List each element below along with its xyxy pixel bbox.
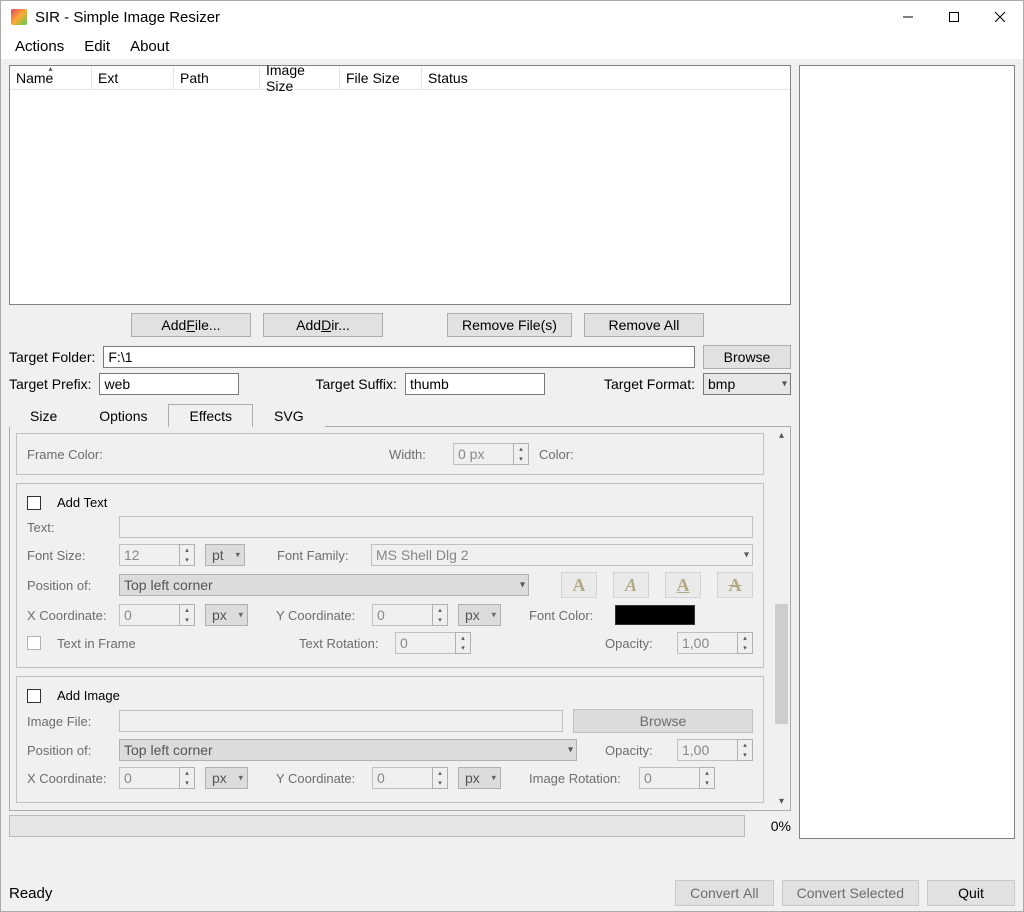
font-size-spinner[interactable]: ▴▾ (119, 544, 195, 566)
tab-content-effects: Frame Color: Width: ▴▾ Color: Add Text T… (9, 427, 791, 811)
frame-width-label: Width: (389, 447, 443, 462)
add-image-checkbox[interactable] (27, 689, 41, 703)
convert-all-button[interactable]: Convert All (675, 880, 774, 906)
menubar: Actions Edit About (1, 33, 1023, 59)
text-label: Text: (27, 520, 109, 535)
convert-selected-button[interactable]: Convert Selected (782, 880, 919, 906)
col-image-size[interactable]: Image Size (260, 66, 340, 89)
text-position-label: Position of: (27, 578, 109, 593)
frame-color-label: Frame Color: (27, 447, 379, 462)
close-button[interactable] (977, 1, 1023, 33)
font-size-label: Font Size: (27, 548, 109, 563)
text-x-spinner[interactable]: ▴▾ (119, 604, 195, 626)
add-text-title: Add Text (57, 495, 107, 510)
target-suffix-input[interactable] (405, 373, 545, 395)
maximize-button[interactable] (931, 1, 977, 33)
statusbar: Ready Convert All Convert Selected Quit (1, 875, 1023, 911)
target-folder-label: Target Folder: (9, 349, 95, 365)
file-table[interactable]: Name▴ Ext Path Image Size File Size Stat… (9, 65, 791, 305)
add-text-group: Add Text Text: Font Size: ▴▾ pt▾ Font Fa… (16, 483, 764, 668)
tab-options[interactable]: Options (78, 404, 168, 427)
font-family-select[interactable]: MS Shell Dlg 2 (371, 544, 753, 566)
col-name[interactable]: Name▴ (10, 66, 92, 89)
font-color-label: Font Color: (529, 608, 605, 623)
text-position-select[interactable]: Top left corner (119, 574, 529, 596)
image-position-select[interactable]: Top left corner (119, 739, 577, 761)
tab-effects[interactable]: Effects (168, 404, 253, 427)
add-dir-button[interactable]: Add Dir... (263, 313, 383, 337)
remove-all-button[interactable]: Remove All (584, 313, 704, 337)
image-file-input[interactable] (119, 710, 563, 732)
tab-size[interactable]: Size (9, 404, 78, 427)
menu-actions[interactable]: Actions (7, 36, 72, 57)
text-x-unit[interactable]: px (205, 604, 248, 626)
col-ext[interactable]: Ext (92, 66, 174, 89)
progress-percent: 0% (755, 818, 791, 834)
image-x-label: X Coordinate: (27, 771, 109, 786)
target-prefix-input[interactable] (99, 373, 239, 395)
add-file-button[interactable]: Add File... (131, 313, 251, 337)
target-format-select[interactable]: bmp (703, 373, 791, 395)
text-style-bold[interactable]: A (561, 572, 597, 598)
text-in-frame-label: Text in Frame (57, 636, 289, 651)
font-size-unit[interactable]: pt (205, 544, 245, 566)
image-opacity-label: Opacity: (605, 743, 667, 758)
quit-button[interactable]: Quit (927, 880, 1015, 906)
progress-bar (9, 815, 745, 837)
font-family-label: Font Family: (277, 548, 361, 563)
tab-svg[interactable]: SVG (253, 404, 325, 427)
col-path[interactable]: Path (174, 66, 260, 89)
frame-out-color-label: Color: (539, 447, 574, 462)
col-file-size[interactable]: File Size (340, 66, 422, 89)
target-folder-input[interactable] (103, 346, 695, 368)
text-rotation-spinner[interactable]: ▴▾ (395, 632, 471, 654)
image-opacity-spinner[interactable]: ▴▾ (677, 739, 753, 761)
text-in-frame-checkbox[interactable] (27, 636, 41, 650)
tab-scrollbar[interactable]: ▴ ▾ (773, 427, 790, 810)
image-y-label: Y Coordinate: (276, 771, 362, 786)
add-text-checkbox[interactable] (27, 496, 41, 510)
image-rotation-spinner[interactable]: ▴▾ (639, 767, 715, 789)
menu-about[interactable]: About (122, 36, 177, 57)
text-style-strike[interactable]: A (717, 572, 753, 598)
text-style-italic[interactable]: A (613, 572, 649, 598)
text-rotation-label: Text Rotation: (299, 636, 385, 651)
tabs: Size Options Effects SVG (9, 403, 791, 427)
image-x-unit[interactable]: px (205, 767, 248, 789)
preview-panel (799, 65, 1015, 839)
col-status[interactable]: Status (422, 66, 790, 89)
font-color-swatch[interactable] (615, 605, 695, 625)
status-message: Ready (9, 885, 667, 902)
image-browse-button[interactable]: Browse (573, 709, 753, 733)
target-suffix-label: Target Suffix: (315, 376, 396, 392)
add-image-title: Add Image (57, 688, 120, 703)
text-y-unit[interactable]: px (458, 604, 501, 626)
text-x-label: X Coordinate: (27, 608, 109, 623)
menu-edit[interactable]: Edit (76, 36, 118, 57)
image-x-spinner[interactable]: ▴▾ (119, 767, 195, 789)
image-y-spinner[interactable]: ▴▾ (372, 767, 448, 789)
window-title: SIR - Simple Image Resizer (35, 9, 220, 26)
image-rotation-label: Image Rotation: (529, 771, 629, 786)
add-image-group: Add Image Image File: Browse Position of… (16, 676, 764, 803)
target-prefix-label: Target Prefix: (9, 376, 91, 392)
image-file-label: Image File: (27, 714, 109, 729)
browse-button[interactable]: Browse (703, 345, 791, 369)
app-icon (11, 9, 27, 25)
text-input[interactable] (119, 516, 753, 538)
text-y-spinner[interactable]: ▴▾ (372, 604, 448, 626)
image-y-unit[interactable]: px (458, 767, 501, 789)
remove-files-button[interactable]: Remove File(s) (447, 313, 572, 337)
target-format-label: Target Format: (604, 376, 695, 392)
text-opacity-label: Opacity: (605, 636, 667, 651)
minimize-button[interactable] (885, 1, 931, 33)
text-y-label: Y Coordinate: (276, 608, 362, 623)
text-opacity-spinner[interactable]: ▴▾ (677, 632, 753, 654)
image-position-label: Position of: (27, 743, 109, 758)
text-style-underline[interactable]: A (665, 572, 701, 598)
frame-width-spinner[interactable]: ▴▾ (453, 443, 529, 465)
titlebar: SIR - Simple Image Resizer (1, 1, 1023, 33)
